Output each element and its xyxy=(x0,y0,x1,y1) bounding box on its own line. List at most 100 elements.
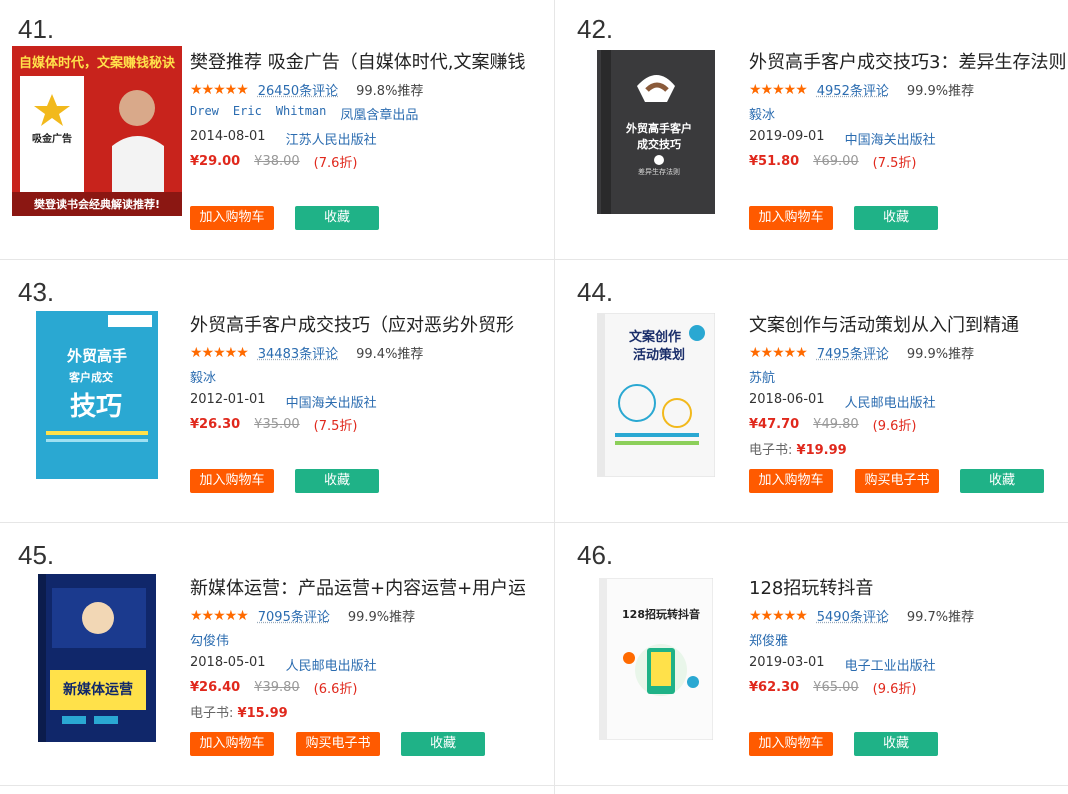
favorite-button[interactable]: 收藏 xyxy=(854,206,938,230)
publisher-link[interactable]: 电子工业出版社 xyxy=(845,655,936,674)
publish-date: 2019-03-01 xyxy=(749,655,825,670)
product-card: 43. 外贸高手 客户成交 技巧 外贸高手客户成交技巧（应对恶劣外贸形 ★★★★… xyxy=(0,263,520,503)
rating-row: ★★★★★ 26450条评论 99.8%推荐 xyxy=(190,80,423,100)
current-price: ¥26.30 xyxy=(190,417,241,432)
rating-row: ★★★★★ 4952条评论 99.9%推荐 xyxy=(749,80,975,100)
rank-number: 45. xyxy=(18,540,55,570)
cover-subtitle: 差异生存法则 xyxy=(638,167,680,176)
author-link[interactable]: Drew xyxy=(190,104,219,123)
publish-date: 2012-01-01 xyxy=(190,392,266,407)
price-row: ¥51.80 ¥69.00 (7.5折) xyxy=(749,152,917,171)
book-cover[interactable]: 外贸高手 客户成交 技巧 xyxy=(36,311,160,481)
product-card: 42. 外贸高手客户 成交技巧 差异生存法则 外贸高手客户成交技巧3：差异生存法… xyxy=(559,0,1068,240)
cover-book-title: 吸金广告 xyxy=(32,132,72,145)
recommend-rate: 99.9%推荐 xyxy=(347,610,416,625)
book-cover[interactable]: 自媒体时代，文案赚钱秘诀 吸金广告 樊登读书会经典解读推荐! xyxy=(12,46,182,218)
rank-number: 43. xyxy=(18,277,55,307)
book-title[interactable]: 新媒体运营：产品运营+内容运营+用户运 xyxy=(190,574,525,600)
publish-info: 2014-08-01 江苏人民出版社 xyxy=(190,129,377,148)
favorite-button[interactable]: 收藏 xyxy=(960,469,1044,493)
discount-rate: (7.6折) xyxy=(313,156,358,171)
buy-ebook-button[interactable]: 购买电子书 xyxy=(855,469,939,493)
author-list: 勾俊伟 xyxy=(190,630,229,649)
author-link[interactable]: 毅冰 xyxy=(749,104,775,123)
publisher-link[interactable]: 人民邮电出版社 xyxy=(286,655,377,674)
row-divider xyxy=(0,259,1068,260)
book-title[interactable]: 文案创作与活动策划从入门到精通 xyxy=(749,311,1068,337)
ebook-label: 电子书: xyxy=(749,443,793,458)
author-link[interactable]: Whitman xyxy=(276,104,327,123)
recommend-rate: 99.9%推荐 xyxy=(906,84,975,99)
author-link[interactable]: 郑俊雅 xyxy=(749,630,788,649)
add-to-cart-button[interactable]: 加入购物车 xyxy=(190,206,274,230)
favorite-button[interactable]: 收藏 xyxy=(401,732,485,756)
price-row: ¥62.30 ¥65.00 (9.6折) xyxy=(749,678,917,697)
price-row: ¥47.70 ¥49.80 (9.6折) xyxy=(749,415,917,434)
discount-rate: (9.6折) xyxy=(872,682,917,697)
row-divider xyxy=(0,785,1068,786)
review-count-link[interactable]: 26450条评论 xyxy=(258,80,338,99)
book-cover[interactable]: 外贸高手客户 成交技巧 差异生存法则 xyxy=(597,50,717,216)
add-to-cart-button[interactable]: 加入购物车 xyxy=(749,206,833,230)
recommend-rate: 99.9%推荐 xyxy=(906,347,975,362)
book-cover[interactable]: 文案创作 活动策划 xyxy=(597,313,717,479)
current-price: ¥51.80 xyxy=(749,154,800,169)
star-rating-icon: ★★★★★ xyxy=(749,607,808,624)
product-card: 46. 128招玩转抖音 128招玩转抖音 ★★★★★ 5490条评论 99.7… xyxy=(559,526,1068,766)
price-row: ¥26.40 ¥39.80 (6.6折) xyxy=(190,678,358,697)
publisher-link[interactable]: 人民邮电出版社 xyxy=(845,392,936,411)
cover-title-line: 新媒体运营 xyxy=(63,681,133,698)
add-to-cart-button[interactable]: 加入购物车 xyxy=(749,469,833,493)
book-title[interactable]: 樊登推荐 吸金广告（自媒体时代,文案赚钱 xyxy=(190,48,525,74)
product-card: 44. 文案创作 活动策划 文案创作与活动策划从入门到精通 ★★★★★ 7495… xyxy=(559,263,1068,503)
author-link[interactable]: 毅冰 xyxy=(190,367,216,386)
review-count-link[interactable]: 5490条评论 xyxy=(817,606,889,625)
cover-title-line: 外贸高手客户 xyxy=(625,121,692,135)
buy-ebook-button[interactable]: 购买电子书 xyxy=(296,732,380,756)
add-to-cart-button[interactable]: 加入购物车 xyxy=(749,732,833,756)
book-title[interactable]: 128招玩转抖音 xyxy=(749,574,1068,600)
book-title[interactable]: 外贸高手客户成交技巧（应对恶劣外贸形 xyxy=(190,311,525,337)
discount-rate: (7.5折) xyxy=(313,419,358,434)
author-link[interactable]: Eric xyxy=(233,104,262,123)
book-cover[interactable]: 128招玩转抖音 xyxy=(599,578,715,742)
rank-number: 46. xyxy=(577,540,614,570)
ebook-price-row: 电子书: ¥19.99 xyxy=(749,439,847,458)
add-to-cart-button[interactable]: 加入购物车 xyxy=(190,732,274,756)
author-list: Drew Eric Whitman 凤凰含章出品 xyxy=(190,104,418,123)
discount-rate: (9.6折) xyxy=(872,419,917,434)
author-link[interactable]: 勾俊伟 xyxy=(190,630,229,649)
publisher-link[interactable]: 江苏人民出版社 xyxy=(286,129,377,148)
book-cover[interactable]: 新媒体运营 xyxy=(38,574,158,744)
author-list: 郑俊雅 xyxy=(749,630,788,649)
publisher-brand-link[interactable]: 凤凰含章出品 xyxy=(340,104,418,123)
review-count-link[interactable]: 4952条评论 xyxy=(817,80,889,99)
row-divider xyxy=(0,522,1068,523)
publisher-link[interactable]: 中国海关出版社 xyxy=(286,392,377,411)
favorite-button[interactable]: 收藏 xyxy=(295,469,379,493)
favorite-button[interactable]: 收藏 xyxy=(295,206,379,230)
publish-date: 2014-08-01 xyxy=(190,129,266,144)
cover-title-line: 技巧 xyxy=(70,392,122,422)
star-rating-icon: ★★★★★ xyxy=(749,344,808,361)
rank-number: 41. xyxy=(18,14,55,44)
publish-info: 2019-03-01 电子工业出版社 xyxy=(749,655,936,674)
rank-number: 42. xyxy=(577,14,614,44)
author-list: 毅冰 xyxy=(749,104,775,123)
review-count-link[interactable]: 7095条评论 xyxy=(258,606,330,625)
current-price: ¥29.00 xyxy=(190,154,241,169)
cover-title-line: 128招玩转抖音 xyxy=(622,607,700,621)
author-link[interactable]: 苏航 xyxy=(749,367,775,386)
ebook-label: 电子书: xyxy=(190,706,234,721)
column-divider xyxy=(554,0,555,794)
add-to-cart-button[interactable]: 加入购物车 xyxy=(190,469,274,493)
favorite-button[interactable]: 收藏 xyxy=(854,732,938,756)
cover-title-line: 客户成交 xyxy=(68,370,113,384)
publisher-link[interactable]: 中国海关出版社 xyxy=(845,129,936,148)
review-count-link[interactable]: 7495条评论 xyxy=(817,343,889,362)
cover-banner-text: 自媒体时代，文案赚钱秘诀 xyxy=(19,55,176,71)
review-count-link[interactable]: 34483条评论 xyxy=(258,343,338,362)
cover-footer-text: 樊登读书会经典解读推荐! xyxy=(34,197,160,211)
price-row: ¥29.00 ¥38.00 (7.6折) xyxy=(190,152,358,171)
book-title[interactable]: 外贸高手客户成交技巧3：差异生存法则 xyxy=(749,48,1068,74)
